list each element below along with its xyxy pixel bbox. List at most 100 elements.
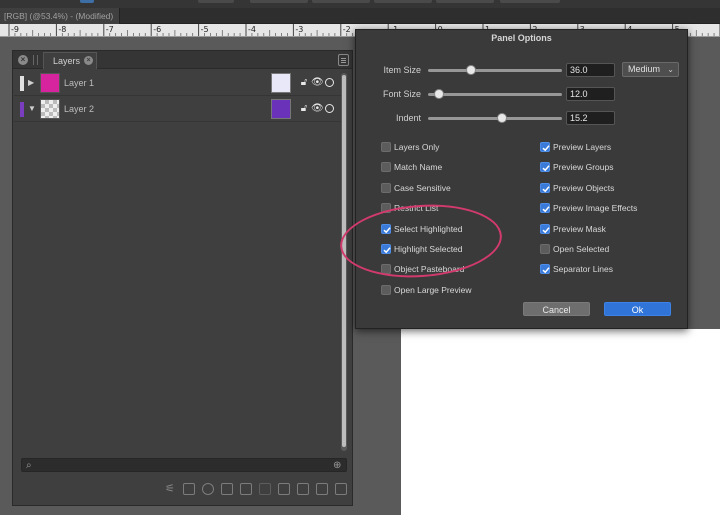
top-toolbar xyxy=(0,0,720,8)
layer-row[interactable]: ▼ Layer 2 🔓︎ 👁︎ xyxy=(14,97,341,122)
ok-button[interactable]: Ok xyxy=(604,302,671,316)
document-tab-bar: [RGB] (@53.4%) - (Modified) xyxy=(0,8,720,24)
layer-name[interactable]: Layer 1 xyxy=(64,78,94,88)
layer-color-mark xyxy=(20,76,24,91)
checkbox-checked-icon[interactable] xyxy=(540,203,550,214)
item-size-label: Item Size xyxy=(383,65,421,75)
panel-options-dialog: Panel Options Item Size 36.0 Medium ⌄ Fo… xyxy=(355,29,688,329)
ruler-label: -8 xyxy=(58,25,66,34)
layers-panel: × Layers × ▶ Layer 1 🔓︎ 👁︎ ▼ Layer 2 🔓︎ … xyxy=(12,50,353,506)
visibility-circle-icon[interactable] xyxy=(325,104,334,113)
item-size-slider[interactable] xyxy=(428,65,562,75)
ruler-label: -3 xyxy=(295,25,303,34)
ruler-label: -4 xyxy=(248,25,256,34)
checkbox-empty-icon[interactable] xyxy=(540,244,550,254)
visibility-circle-icon[interactable] xyxy=(325,78,334,87)
eye-icon[interactable]: 👁︎ xyxy=(311,103,324,115)
ruler-label: -9 xyxy=(11,25,19,34)
checkbox-empty-icon[interactable] xyxy=(381,284,391,295)
option-label[interactable]: Preview Layers xyxy=(553,142,611,152)
option-label[interactable]: Open Selected xyxy=(553,244,609,254)
ruler-label: -6 xyxy=(153,25,161,34)
panel-close-icon[interactable]: × xyxy=(18,55,28,65)
option-label[interactable]: Preview Groups xyxy=(553,162,613,172)
layers-scrollbar[interactable] xyxy=(341,73,347,451)
layer-thumbnail xyxy=(40,99,60,119)
option-label[interactable]: Preview Image Effects xyxy=(553,203,637,213)
toolbar-button[interactable] xyxy=(250,0,308,3)
dropdown-value: Medium xyxy=(628,64,661,74)
camera-icon[interactable] xyxy=(278,483,290,495)
expand-triangle-icon[interactable]: ▶ xyxy=(28,78,34,87)
panel-menu-icon[interactable] xyxy=(338,54,349,66)
layer-color-mark xyxy=(20,102,24,117)
layers-search-field[interactable]: ⌕ ⊕ xyxy=(21,458,347,472)
toolbar-button[interactable] xyxy=(312,0,370,3)
option-label[interactable]: Layers Only xyxy=(394,142,439,152)
toolbar-button[interactable] xyxy=(374,0,432,3)
fx-icon[interactable] xyxy=(259,483,271,495)
pixel-layer-icon[interactable] xyxy=(316,483,328,495)
option-label[interactable]: Separator Lines xyxy=(553,264,613,274)
artboard[interactable] xyxy=(401,329,720,515)
font-size-label: Font Size xyxy=(382,89,421,99)
option-label[interactable]: Preview Objects xyxy=(553,183,614,193)
layer-name[interactable]: Layer 2 xyxy=(64,104,94,114)
unlock-icon[interactable]: 🔓︎ xyxy=(298,103,310,115)
mask-icon[interactable] xyxy=(202,483,214,495)
toolbar-button[interactable] xyxy=(198,0,234,3)
checkbox-empty-icon[interactable] xyxy=(381,162,391,173)
eye-icon[interactable]: 👁︎ xyxy=(311,77,324,89)
ruler-label: -5 xyxy=(201,25,209,34)
collapse-triangle-icon[interactable]: ▼ xyxy=(28,104,36,113)
indent-input[interactable]: 15.2 xyxy=(566,111,615,125)
checkbox-empty-icon[interactable] xyxy=(381,182,391,193)
checkbox-checked-icon[interactable] xyxy=(540,162,550,173)
dialog-title: Panel Options xyxy=(491,33,552,43)
slider-knob[interactable] xyxy=(433,89,444,99)
item-size-input[interactable]: 36.0 xyxy=(566,63,615,77)
option-label[interactable]: Case Sensitive xyxy=(394,183,451,193)
checkbox-checked-icon[interactable] xyxy=(540,182,550,193)
duplicate-icon[interactable] xyxy=(183,483,195,495)
option-label[interactable]: Open Large Preview xyxy=(394,285,472,295)
option-label[interactable]: Match Name xyxy=(394,162,442,172)
toolbar-button[interactable] xyxy=(80,0,94,3)
indent-row: Indent 15.2 xyxy=(356,111,687,127)
chevron-down-icon: ⌄ xyxy=(667,65,674,74)
layer-swatch[interactable] xyxy=(271,99,291,119)
font-size-input[interactable]: 12.0 xyxy=(566,87,615,101)
checkbox-checked-icon[interactable] xyxy=(540,223,550,234)
checkbox-checked-icon[interactable] xyxy=(540,142,550,152)
checkbox-empty-icon[interactable] xyxy=(381,142,391,152)
document-title: [RGB] (@53.4%) - (Modified) xyxy=(4,11,114,21)
item-size-preset-dropdown[interactable]: Medium ⌄ xyxy=(622,62,679,77)
indent-label: Indent xyxy=(395,113,421,123)
cancel-button[interactable]: Cancel xyxy=(523,302,590,316)
ruler-label: -2 xyxy=(343,25,351,34)
slider-knob[interactable] xyxy=(465,65,476,75)
tab-close-icon[interactable]: × xyxy=(84,56,93,65)
tab-layers[interactable]: Layers × xyxy=(43,52,97,69)
group-icon[interactable] xyxy=(240,483,252,495)
checkbox-checked-icon[interactable] xyxy=(540,264,550,275)
settings-sliders-icon[interactable]: ⚟ xyxy=(165,483,177,495)
panel-grip-icon[interactable] xyxy=(33,55,38,65)
toolbar-button[interactable] xyxy=(436,0,494,3)
option-label[interactable]: Preview Mask xyxy=(553,224,606,234)
font-size-row: Font Size 12.0 xyxy=(356,87,687,103)
new-layer-icon[interactable] xyxy=(297,483,309,495)
layer-row[interactable]: ▶ Layer 1 🔓︎ 👁︎ xyxy=(14,71,341,96)
font-size-slider[interactable] xyxy=(428,89,562,99)
trash-icon[interactable] xyxy=(335,483,347,495)
unlock-icon[interactable]: 🔓︎ xyxy=(298,77,310,89)
scroll-thumb[interactable] xyxy=(342,75,346,447)
toolbar-button[interactable] xyxy=(500,0,560,3)
layer-swatch[interactable] xyxy=(271,73,291,93)
indent-slider[interactable] xyxy=(428,113,562,123)
slider-knob[interactable] xyxy=(496,113,507,123)
layers-panel-header: × Layers × xyxy=(13,51,352,69)
zoom-icon[interactable]: ⊕ xyxy=(333,460,341,471)
arrange-icon[interactable] xyxy=(221,483,233,495)
document-tab[interactable]: [RGB] (@53.4%) - (Modified) xyxy=(0,8,120,24)
